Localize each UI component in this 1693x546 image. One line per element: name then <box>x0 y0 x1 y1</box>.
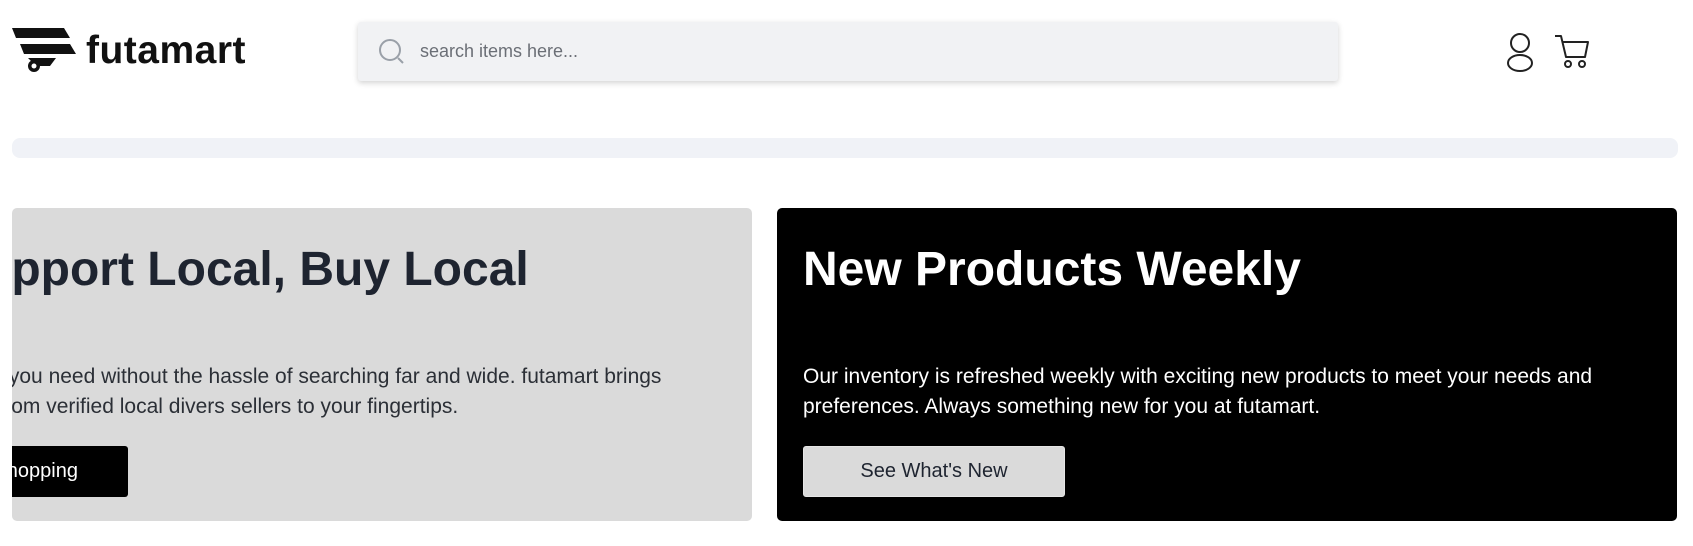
start-shopping-button[interactable]: Start Shopping <box>12 446 128 497</box>
promo-card-title: Support Local, Buy Local <box>12 243 529 296</box>
cart-icon[interactable] <box>1553 32 1591 70</box>
promo-card-title: New Products Weekly <box>803 243 1301 296</box>
promo-card-support-local: Support Local, Buy Local Find what you n… <box>12 208 752 521</box>
see-whats-new-button[interactable]: See What's New <box>803 446 1065 497</box>
promo-card-new-products: New Products Weekly Our inventory is ref… <box>777 208 1677 521</box>
search-input[interactable] <box>418 31 1298 72</box>
search-icon <box>379 38 404 64</box>
promo-card-text: Our inventory is refreshed weekly with e… <box>803 365 1593 418</box>
user-icon[interactable] <box>1504 32 1536 72</box>
promo-card-text: Find what you need without the hassle of… <box>12 365 662 418</box>
site-header: futamart <box>0 0 1693 104</box>
category-strip <box>12 138 1678 158</box>
search-bar[interactable] <box>358 22 1338 81</box>
futamart-logo-icon <box>12 28 76 72</box>
brand-name: futamart <box>86 28 247 72</box>
brand-logo[interactable]: futamart <box>12 26 282 74</box>
